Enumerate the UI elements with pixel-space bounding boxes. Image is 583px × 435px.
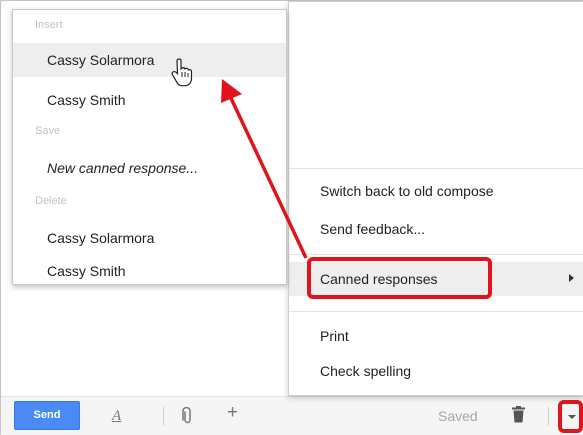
menu-separator xyxy=(289,311,583,312)
compose-window: Switch back to old compose Send feedback… xyxy=(0,0,583,435)
delete-item-cassy-smith[interactable]: Cassy Smith xyxy=(13,254,286,288)
menu-separator xyxy=(289,254,583,255)
section-header-save: Save xyxy=(35,125,61,137)
annotation-highlight-canned-responses xyxy=(307,257,492,299)
toolbar-divider xyxy=(548,407,549,426)
send-button[interactable]: Send xyxy=(14,401,80,430)
menu-separator xyxy=(289,168,583,169)
menu-item-check-spelling[interactable]: Check spelling xyxy=(289,354,583,388)
saved-status: Saved xyxy=(438,408,478,424)
hand-cursor-icon xyxy=(171,58,193,87)
menu-item-send-feedback[interactable]: Send feedback... xyxy=(289,212,583,246)
annotation-highlight-more-options xyxy=(558,400,583,433)
section-header-delete: Delete xyxy=(35,195,67,207)
canned-responses-submenu: Insert Cassy Solarmora Cassy Smith Save … xyxy=(12,9,287,285)
more-options-menu: Switch back to old compose Send feedback… xyxy=(288,1,583,396)
delete-item-cassy-solarmora[interactable]: Cassy Solarmora xyxy=(13,221,286,255)
insert-item-cassy-smith[interactable]: Cassy Smith xyxy=(13,83,286,117)
trash-icon[interactable] xyxy=(512,406,525,428)
menu-item-switch-back[interactable]: Switch back to old compose xyxy=(289,174,583,208)
paperclip-icon[interactable] xyxy=(182,406,193,430)
formatting-options-icon[interactable]: A xyxy=(112,407,121,425)
insert-item-cassy-solarmora[interactable]: Cassy Solarmora xyxy=(13,43,286,77)
section-header-insert: Insert xyxy=(35,19,63,31)
menu-item-print[interactable]: Print xyxy=(289,319,583,353)
toolbar-divider xyxy=(163,407,164,426)
submenu-arrow-icon xyxy=(569,274,574,282)
save-item-new-canned-response[interactable]: New canned response... xyxy=(13,151,286,185)
plus-icon[interactable]: + xyxy=(227,403,238,422)
compose-toolbar: Send A + Saved xyxy=(1,396,583,435)
